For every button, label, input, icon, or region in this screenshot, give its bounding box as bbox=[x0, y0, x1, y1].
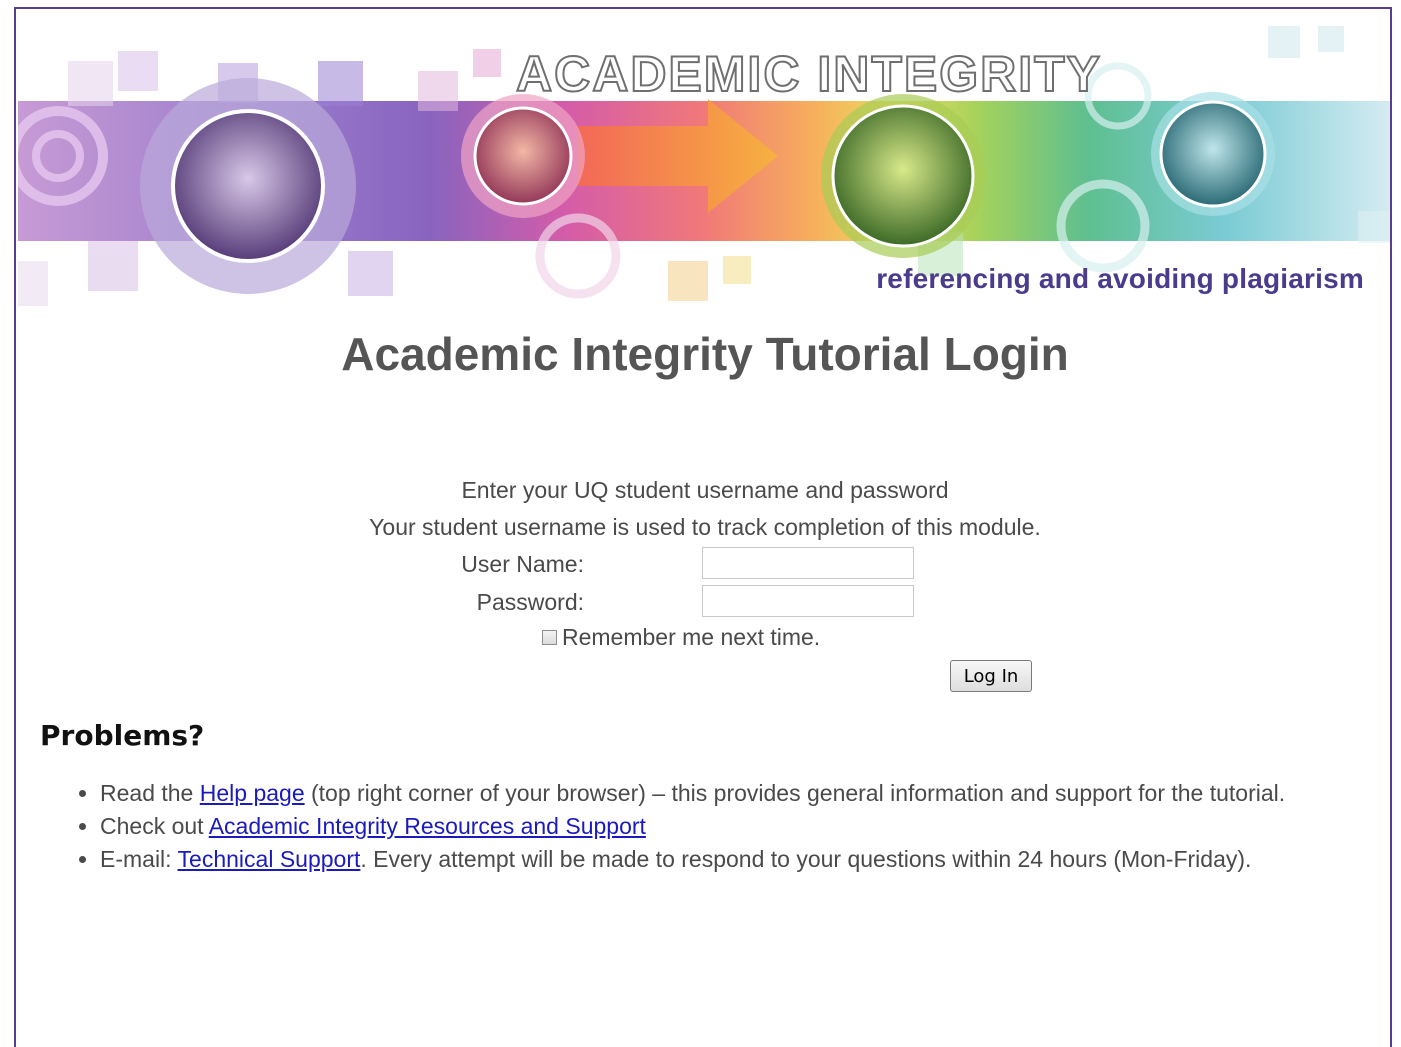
help-page-link[interactable]: Help page bbox=[200, 780, 305, 806]
list-item-text: . Every attempt will be made to respond … bbox=[360, 846, 1252, 872]
list-item-text: Check out bbox=[100, 813, 209, 839]
banner-tagline: referencing and avoiding plagiarism bbox=[876, 263, 1364, 294]
list-item: E-mail: Technical Support. Every attempt… bbox=[100, 843, 1350, 876]
password-label: Password: bbox=[476, 589, 584, 615]
list-item: Check out Academic Integrity Resources a… bbox=[100, 810, 1350, 843]
remember-me-checkbox[interactable] bbox=[542, 630, 557, 645]
remember-me-row[interactable]: Remember me next time. bbox=[542, 624, 820, 651]
username-label: User Name: bbox=[461, 551, 584, 577]
list-item-text: Read the bbox=[100, 780, 200, 806]
resources-support-link[interactable]: Academic Integrity Resources and Support bbox=[209, 813, 646, 839]
list-item-text: (top right corner of your browser) – thi… bbox=[304, 780, 1286, 806]
problems-heading: Problems? bbox=[40, 719, 205, 752]
login-instruction: Enter your UQ student username and passw… bbox=[461, 477, 949, 503]
login-note: Your student username is used to track c… bbox=[369, 514, 1041, 540]
remember-me-label[interactable]: Remember me next time. bbox=[562, 624, 820, 651]
page-frame: ACADEMIC INTEGRITY referencing and avoid… bbox=[14, 7, 1392, 1047]
list-item: Read the Help page (top right corner of … bbox=[100, 777, 1350, 810]
help-list: Read the Help page (top right corner of … bbox=[56, 777, 1350, 876]
technical-support-link[interactable]: Technical Support bbox=[178, 846, 361, 872]
list-item-text: E-mail: bbox=[100, 846, 178, 872]
log-in-button[interactable]: Log In bbox=[950, 660, 1032, 692]
username-input[interactable] bbox=[702, 547, 914, 579]
password-input[interactable] bbox=[702, 585, 914, 617]
banner-heading: ACADEMIC INTEGRITY bbox=[515, 45, 1102, 103]
page-title: Academic Integrity Tutorial Login bbox=[341, 328, 1069, 380]
